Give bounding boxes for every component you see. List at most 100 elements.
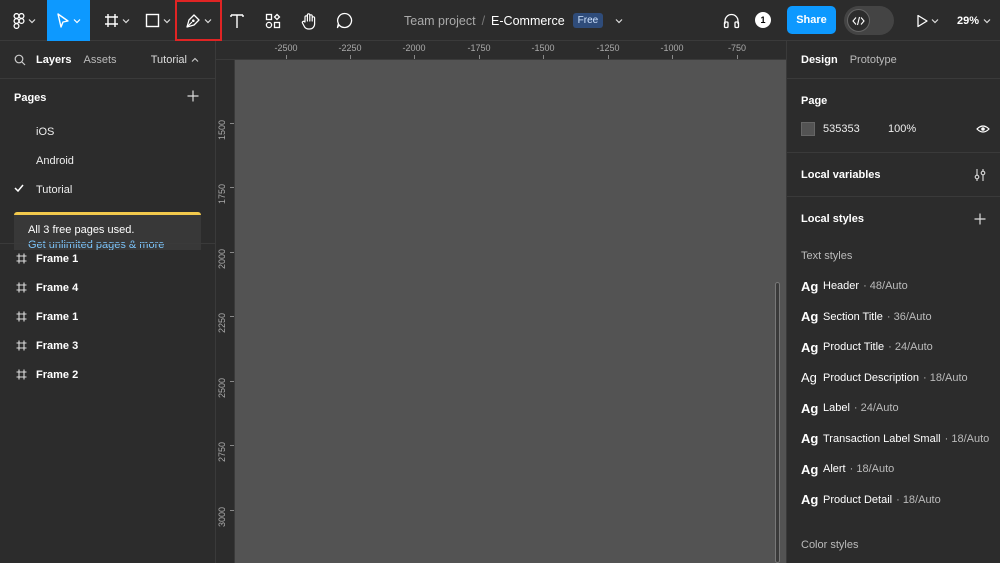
page-selector[interactable]: Tutorial (151, 54, 199, 66)
ruler-label: 1750 (217, 183, 227, 204)
page-section: Page 535353 100% (787, 79, 1000, 153)
audio-button[interactable] (721, 0, 741, 41)
style-name: Product Description (823, 371, 919, 384)
tab-assets[interactable]: Assets (83, 54, 116, 66)
layer-label: Frame 3 (36, 339, 79, 352)
hand-tool-button[interactable] (298, 0, 320, 41)
ruler-label: 2000 (217, 248, 227, 269)
plan-badge[interactable]: Free (572, 13, 604, 28)
text-style-item[interactable]: Ag Transaction Label Small · 18/Auto (787, 424, 1000, 455)
ruler-tick (230, 510, 234, 511)
components-icon (265, 13, 281, 28)
check-icon (14, 184, 24, 193)
eye-icon[interactable] (976, 124, 990, 134)
style-meta: · 18/Auto (896, 493, 941, 506)
text-style-item[interactable]: Ag Header · 48/Auto (787, 271, 1000, 302)
page-label: iOS (36, 125, 55, 138)
ruler-tick (230, 187, 234, 188)
toolbar: Team project / E-Commerce Free 1 Share 2… (0, 0, 1000, 41)
layer-item[interactable]: Frame 1 (0, 302, 215, 331)
style-name: Product Detail (823, 493, 893, 506)
text-style-item[interactable]: Ag Product Title · 24/Auto (787, 332, 1000, 363)
frame-icon (16, 253, 27, 264)
local-variables-label: Local variables (801, 168, 881, 181)
chevron-down-icon (931, 18, 938, 23)
plus-icon (187, 90, 199, 102)
hand-icon (301, 12, 315, 30)
ruler-label: -2250 (338, 43, 362, 53)
text-style-item[interactable]: Ag Section Title · 36/Auto (787, 302, 1000, 333)
canvas[interactable] (235, 60, 786, 563)
page-color-hex[interactable]: 535353 (823, 123, 888, 135)
tab-prototype[interactable]: Prototype (850, 54, 897, 66)
ruler-label: 3000 (217, 506, 227, 527)
canvas-scrollbar[interactable] (775, 282, 780, 563)
style-meta: · 24/Auto (888, 341, 933, 354)
add-page-button[interactable] (187, 89, 199, 107)
ruler-label: -1000 (660, 43, 684, 53)
chevron-down-icon (163, 18, 171, 23)
layer-item[interactable]: Frame 2 (0, 360, 215, 389)
page-item-tutorial[interactable]: Tutorial (0, 175, 215, 204)
plus-icon[interactable] (974, 213, 986, 225)
text-styles-title: Text styles (801, 250, 853, 262)
project-link[interactable]: Team project (404, 14, 476, 28)
share-button[interactable]: Share (787, 6, 836, 34)
ruler-tick (737, 55, 738, 59)
frame-icon (16, 369, 27, 380)
tab-layers[interactable]: Layers (36, 54, 71, 66)
text-style-item[interactable]: Ag Alert · 18/Auto (787, 454, 1000, 485)
comment-tool-button[interactable] (333, 0, 355, 41)
pen-icon (186, 13, 200, 28)
variables-settings-icon[interactable] (974, 168, 986, 182)
shape-tool-button[interactable] (141, 0, 175, 41)
search-icon[interactable] (14, 54, 26, 66)
text-style-item[interactable]: Ag Product Description · 18/Auto (787, 363, 1000, 394)
ruler-label: -750 (727, 43, 747, 53)
dev-mode-toggle[interactable] (844, 6, 894, 35)
main-menu-button[interactable] (6, 0, 42, 41)
text-style-icon: Ag (801, 370, 817, 386)
ruler-label: 2250 (217, 312, 227, 333)
move-tool-button[interactable] (47, 0, 90, 41)
layer-item[interactable]: Frame 1 (0, 244, 215, 273)
avatar[interactable]: 1 (755, 12, 771, 28)
page-item-android[interactable]: Android (0, 146, 215, 175)
ruler-tick (479, 55, 480, 59)
ruler-tick (230, 445, 234, 446)
right-panel-tabs: Design Prototype (787, 41, 1000, 79)
layer-item[interactable]: Frame 3 (0, 331, 215, 360)
pen-tool-button[interactable] (175, 0, 222, 41)
text-style-item[interactable]: Ag Product Detail · 18/Auto (787, 485, 1000, 516)
ruler-label: 1500 (217, 119, 227, 140)
breadcrumb: Team project / E-Commerce Free (404, 0, 623, 41)
page-item-ios[interactable]: iOS (0, 117, 215, 146)
style-meta: · 18/Auto (923, 371, 968, 384)
text-tool-button[interactable] (226, 0, 248, 41)
pages-header: Pages (0, 79, 215, 117)
page-color-swatch[interactable] (801, 122, 815, 136)
page-opacity[interactable]: 100% (888, 123, 916, 135)
ruler-horizontal: -2500 -2250 -2000 -1750 -1500 -1250 -100… (216, 41, 786, 60)
layer-item[interactable]: Frame 4 (0, 273, 215, 302)
zoom-control[interactable]: 29% (957, 0, 991, 41)
local-variables-row[interactable]: Local variables (787, 153, 1000, 197)
text-style-icon: Ag (801, 461, 819, 477)
local-styles-label: Local styles (801, 213, 864, 225)
dev-mode-knob (847, 9, 870, 32)
present-button[interactable] (912, 0, 942, 41)
ruler-label: -2500 (274, 43, 298, 53)
chevron-down-icon (73, 18, 81, 23)
page-label: Android (36, 154, 74, 167)
ruler-tick (230, 381, 234, 382)
tab-design[interactable]: Design (801, 54, 838, 66)
text-style-item[interactable]: Ag Label · 24/Auto (787, 393, 1000, 424)
resources-tool-button[interactable] (262, 0, 284, 41)
file-name[interactable]: E-Commerce (491, 14, 565, 28)
page-fill-row[interactable]: 535353 100% (787, 115, 1000, 143)
notice-text: All 3 free pages used. (28, 224, 135, 236)
frame-tool-button[interactable] (100, 0, 134, 41)
ruler-label: -1500 (531, 43, 555, 53)
style-name: Alert (823, 463, 846, 476)
file-menu-chevron-icon[interactable] (615, 17, 623, 25)
